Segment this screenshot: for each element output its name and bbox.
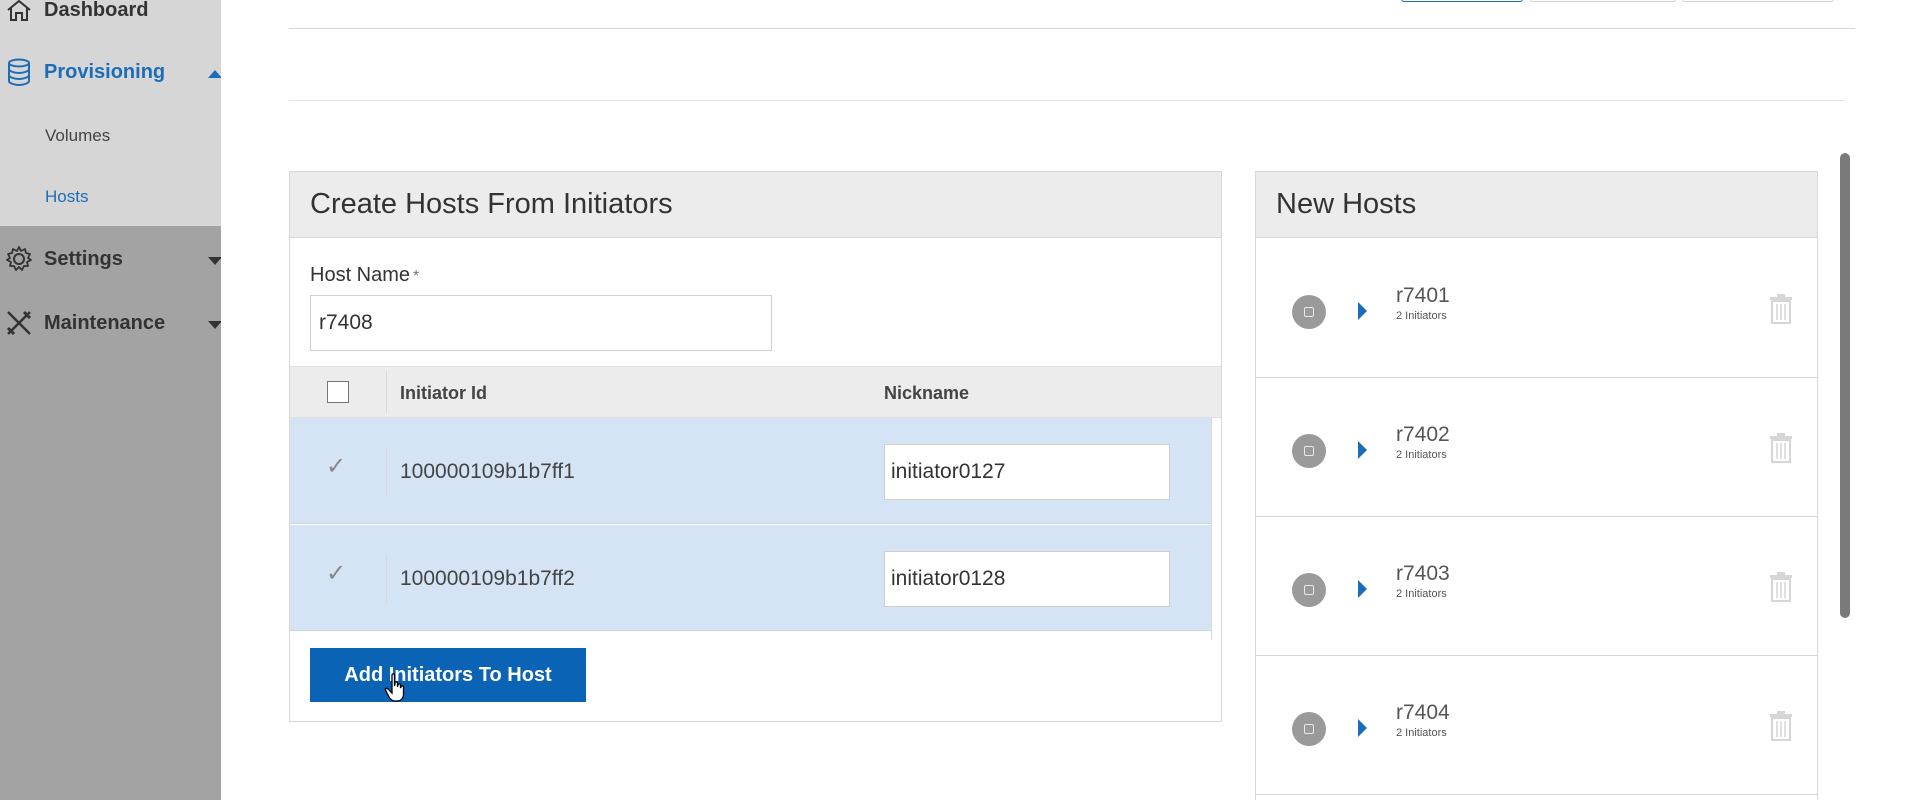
trash-icon[interactable] bbox=[1768, 294, 1794, 329]
host-card[interactable]: r7401 2 Initiators bbox=[1256, 240, 1817, 378]
trash-icon[interactable] bbox=[1768, 572, 1794, 607]
gear-icon bbox=[4, 244, 34, 274]
host-name-label: Host Name * bbox=[310, 264, 420, 286]
host-card[interactable]: r7404 2 Initiators bbox=[1256, 657, 1817, 795]
divider bbox=[289, 100, 1845, 101]
column-header-nickname[interactable]: Nickname bbox=[884, 383, 969, 404]
host-name: r7402 bbox=[1396, 423, 1450, 446]
new-hosts-panel: New Hosts r7401 2 Initiators r7402 2 Ini… bbox=[1255, 171, 1818, 800]
pointer-cursor-icon bbox=[384, 673, 408, 708]
host-card[interactable]: r7403 2 Initiators bbox=[1256, 518, 1817, 656]
initiator-id: 100000109b1b7ff1 bbox=[400, 460, 575, 483]
column-divider bbox=[386, 448, 387, 496]
host-initiator-count: 2 Initiators bbox=[1396, 588, 1447, 600]
page-scrollbar[interactable] bbox=[1840, 153, 1850, 618]
database-icon bbox=[4, 57, 34, 87]
host-name: r7401 bbox=[1396, 284, 1450, 307]
column-header-initiator-id[interactable]: Initiator Id bbox=[400, 383, 487, 404]
host-status-icon bbox=[1292, 434, 1326, 468]
caret-down-icon bbox=[208, 312, 222, 335]
host-initiator-count: 2 Initiators bbox=[1396, 310, 1447, 322]
sidebar-subitem-hosts[interactable]: Hosts bbox=[45, 187, 88, 207]
trash-icon[interactable] bbox=[1768, 711, 1794, 746]
nickname-input[interactable] bbox=[884, 551, 1170, 607]
create-hosts-panel: Create Hosts From Initiators Host Name * … bbox=[289, 171, 1222, 722]
sidebar-item-settings[interactable]: Settings bbox=[0, 244, 222, 274]
required-mark: * bbox=[413, 268, 420, 285]
table-scrollbar[interactable] bbox=[1211, 418, 1221, 640]
initiator-id: 100000109b1b7ff2 bbox=[400, 567, 575, 590]
host-card[interactable]: r7402 2 Initiators bbox=[1256, 379, 1817, 517]
main-content: Create Hosts From Initiators Host Name * … bbox=[221, 0, 1920, 800]
expand-arrow-icon[interactable] bbox=[1358, 580, 1367, 598]
sidebar-item-dashboard[interactable]: Dashboard bbox=[0, 0, 148, 25]
host-initiator-count: 2 Initiators bbox=[1396, 727, 1447, 739]
expand-arrow-icon[interactable] bbox=[1358, 441, 1367, 459]
toolbar-button[interactable] bbox=[1401, 0, 1523, 2]
sidebar-item-provisioning[interactable]: Provisioning bbox=[0, 57, 222, 87]
table-row[interactable]: ✓ 100000109b1b7ff2 bbox=[290, 525, 1211, 631]
host-status-icon bbox=[1292, 712, 1326, 746]
nickname-input[interactable] bbox=[884, 444, 1170, 500]
sidebar: Dashboard Provisioning Volumes Hosts Set… bbox=[0, 0, 222, 800]
toolbar-button[interactable] bbox=[1530, 0, 1676, 2]
sidebar-active-section bbox=[0, 0, 221, 226]
sidebar-item-label: Settings bbox=[44, 247, 123, 270]
table-header: Initiator Id Nickname bbox=[290, 366, 1221, 418]
trash-icon[interactable] bbox=[1768, 433, 1794, 468]
sidebar-item-label: Maintenance bbox=[44, 311, 166, 334]
check-icon[interactable]: ✓ bbox=[326, 452, 346, 481]
home-icon bbox=[4, 0, 34, 25]
sidebar-item-label: Provisioning bbox=[44, 60, 166, 83]
host-status-icon bbox=[1292, 573, 1326, 607]
tools-icon bbox=[4, 308, 34, 338]
column-divider bbox=[386, 371, 387, 413]
sidebar-subitem-volumes[interactable]: Volumes bbox=[45, 126, 110, 146]
sidebar-item-label: Dashboard bbox=[44, 0, 149, 21]
expand-arrow-icon[interactable] bbox=[1358, 719, 1367, 737]
column-divider bbox=[386, 555, 387, 603]
panel-title: New Hosts bbox=[1256, 172, 1817, 238]
sidebar-item-maintenance[interactable]: Maintenance bbox=[0, 308, 222, 338]
panel-title: Create Hosts From Initiators bbox=[290, 172, 1221, 238]
caret-up-icon bbox=[208, 61, 222, 84]
host-name: r7403 bbox=[1396, 562, 1450, 585]
caret-down-icon bbox=[208, 248, 222, 271]
host-name: r7404 bbox=[1396, 701, 1450, 724]
select-all-checkbox[interactable] bbox=[327, 381, 349, 403]
host-initiator-count: 2 Initiators bbox=[1396, 449, 1447, 461]
host-name-input[interactable] bbox=[310, 295, 772, 351]
toolbar-button[interactable] bbox=[1682, 0, 1834, 2]
add-initiators-button[interactable]: Add Initiators To Host bbox=[310, 648, 586, 702]
host-status-icon bbox=[1292, 295, 1326, 329]
check-icon[interactable]: ✓ bbox=[326, 559, 346, 588]
divider bbox=[289, 28, 1855, 29]
expand-arrow-icon[interactable] bbox=[1358, 302, 1367, 320]
table-row[interactable]: ✓ 100000109b1b7ff1 bbox=[290, 418, 1211, 524]
